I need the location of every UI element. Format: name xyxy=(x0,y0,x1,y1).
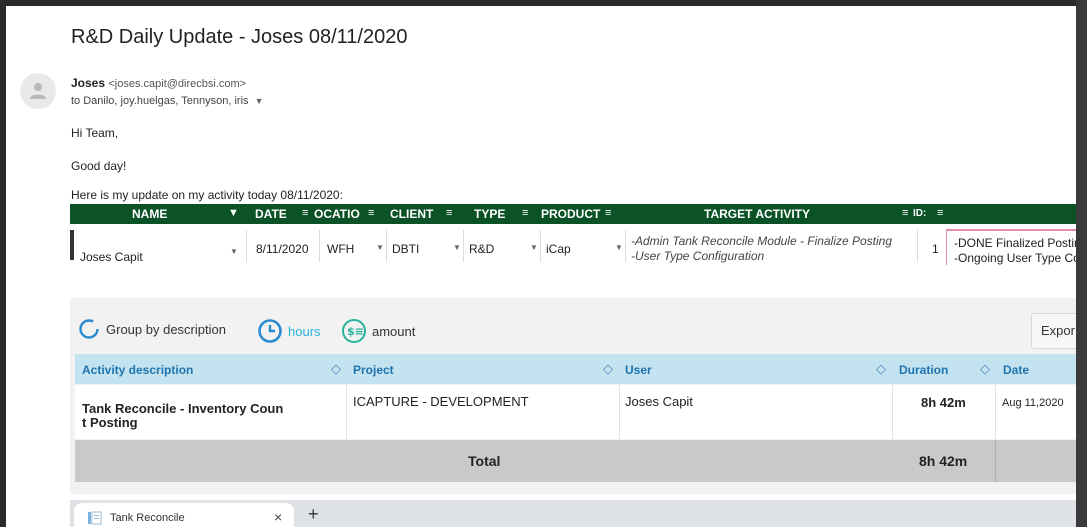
greeting: Hi Team, xyxy=(71,126,119,140)
export-label: Expor xyxy=(1041,323,1075,338)
sort-icon[interactable]: ◇ xyxy=(980,361,990,377)
header-product: PRODUCT xyxy=(541,207,601,221)
cell-location[interactable]: WFH xyxy=(327,242,354,256)
filter-icon[interactable]: ≡ xyxy=(368,207,374,219)
window-edge xyxy=(1076,0,1087,527)
header-type: TYPE xyxy=(474,207,506,221)
body-line-3: Here is my update on my activity today 0… xyxy=(71,188,343,202)
col-user[interactable]: User xyxy=(625,363,652,377)
activity-sheet: NAME ▼ DATE ≡ OCATIO ≡ CLIENT ≡ TYPE ≡ P… xyxy=(70,204,1076,268)
close-icon[interactable]: × xyxy=(274,509,282,525)
col-date[interactable]: Date xyxy=(1003,363,1029,377)
tab-title: Tank Reconcile xyxy=(110,512,185,524)
cell-id[interactable]: 1 xyxy=(932,242,939,256)
timesheet-panel: Group by description hours $≡ amount Exp… xyxy=(70,298,1076,494)
amount-label: amount xyxy=(372,323,416,339)
timesheet-toolbar: Group by description hours $≡ amount xyxy=(78,318,1058,348)
chevron-down-icon[interactable]: ▼ xyxy=(255,96,264,106)
table-total-row: Total 8h 42m xyxy=(75,440,1076,482)
dropdown-icon[interactable]: ▼ xyxy=(530,243,538,252)
header-id: ID: xyxy=(913,208,927,219)
export-button[interactable]: Expor xyxy=(1031,313,1076,349)
cell-target-1[interactable]: -Admin Tank Reconcile Module - Finalize … xyxy=(631,234,892,248)
new-tab-button[interactable]: + xyxy=(308,504,319,525)
document-icon xyxy=(88,511,102,525)
amount-toggle[interactable]: $≡ amount xyxy=(341,318,415,344)
email-subject: R&D Daily Update - Joses 08/11/2020 xyxy=(71,26,408,48)
header-client: CLIENT xyxy=(390,207,434,221)
total-duration: 8h 42m xyxy=(919,453,968,469)
sender-email: <joses.capit@direcbsi.com> xyxy=(108,78,247,90)
col-project[interactable]: Project xyxy=(353,363,394,377)
recipients-text: to Danilo, joy.huelgas, Tennyson, iris xyxy=(71,95,249,107)
filter-icon[interactable]: ≡ xyxy=(605,207,611,219)
sort-icon[interactable]: ◇ xyxy=(603,361,613,377)
filter-icon[interactable]: ≡ xyxy=(302,207,308,219)
cell-product[interactable]: iCap xyxy=(546,242,571,256)
sort-icon[interactable]: ◇ xyxy=(876,361,886,377)
tab-tank-reconcile[interactable]: Tank Reconcile × xyxy=(74,503,294,527)
group-by-description-toggle[interactable]: Group by description xyxy=(78,318,226,340)
filter-icon[interactable]: ≡ xyxy=(522,207,528,219)
col-duration[interactable]: Duration xyxy=(899,363,948,377)
cell-target-2[interactable]: -User Type Configuration xyxy=(631,249,764,263)
filter-icon[interactable]: ≡ xyxy=(446,207,452,219)
cell-project: ICAPTURE - DEVELOPMENT xyxy=(353,394,529,409)
cell-type[interactable]: R&D xyxy=(469,242,494,256)
hours-label: hours xyxy=(288,323,321,339)
header-name: NAME xyxy=(132,207,168,221)
cell-name[interactable]: Joses Capit xyxy=(80,250,143,264)
svg-text:$≡: $≡ xyxy=(347,325,364,338)
header-date: DATE xyxy=(255,207,287,221)
person-icon xyxy=(30,83,46,99)
browser-tab-bar: Tank Reconcile × + xyxy=(70,500,1076,527)
cell-date: Aug 11,2020 xyxy=(1002,397,1064,409)
cell-client[interactable]: DBTI xyxy=(392,242,419,256)
email-window: R&D Daily Update - Joses 08/11/2020 Jose… xyxy=(6,6,1076,527)
cell-date[interactable]: 8/11/2020 xyxy=(256,242,309,256)
group-label: Group by description xyxy=(106,321,226,337)
dropdown-icon[interactable]: ▼ xyxy=(376,243,384,252)
sort-icon[interactable]: ◇ xyxy=(331,361,341,377)
cell-activity-line1: Tank Reconcile - Inventory Coun xyxy=(82,401,284,416)
sheet-row: Joses Capit ▼ 8/11/2020 WFH ▼ DBTI ▼ R&D… xyxy=(70,226,1076,266)
col-activity[interactable]: Activity description xyxy=(82,363,193,377)
filter-icon[interactable]: ≡ xyxy=(937,207,943,219)
filter-icon[interactable]: ≡ xyxy=(902,207,908,219)
header-location: OCATIO xyxy=(314,207,360,221)
avatar[interactable] xyxy=(20,73,56,109)
header-target-activity: TARGET ACTIVITY xyxy=(704,207,810,221)
clock-icon xyxy=(258,319,282,343)
timesheet-header: Activity description ◇ Project ◇ User ◇ … xyxy=(75,354,1076,384)
filter-icon[interactable]: ▼ xyxy=(228,207,239,219)
dropdown-icon[interactable]: ▼ xyxy=(453,243,461,252)
cell-status-2[interactable]: -Ongoing User Type Con xyxy=(954,251,1076,265)
recipients[interactable]: to Danilo, joy.huelgas, Tennyson, iris ▼ xyxy=(71,95,264,107)
body-line-2: Good day! xyxy=(71,159,127,173)
sender: Joses <joses.capit@direcbsi.com> xyxy=(71,76,246,90)
cell-duration: 8h 42m xyxy=(921,395,966,410)
cell-status-1[interactable]: -DONE Finalized Posting xyxy=(954,236,1076,250)
circle-icon xyxy=(79,319,99,339)
total-label: Total xyxy=(468,453,501,469)
sender-name: Joses xyxy=(71,76,106,90)
dollar-icon: $≡ xyxy=(342,319,366,343)
cell-activity-line2: t Posting xyxy=(82,415,138,430)
cell-user: Joses Capit xyxy=(625,394,693,409)
dropdown-icon[interactable]: ▼ xyxy=(230,247,238,256)
dropdown-icon[interactable]: ▼ xyxy=(615,243,623,252)
row-marker xyxy=(70,230,74,260)
sheet-header: NAME ▼ DATE ≡ OCATIO ≡ CLIENT ≡ TYPE ≡ P… xyxy=(70,204,1076,224)
table-row[interactable]: Tank Reconcile - Inventory Coun t Postin… xyxy=(75,385,1076,439)
hours-toggle[interactable]: hours xyxy=(257,318,321,344)
